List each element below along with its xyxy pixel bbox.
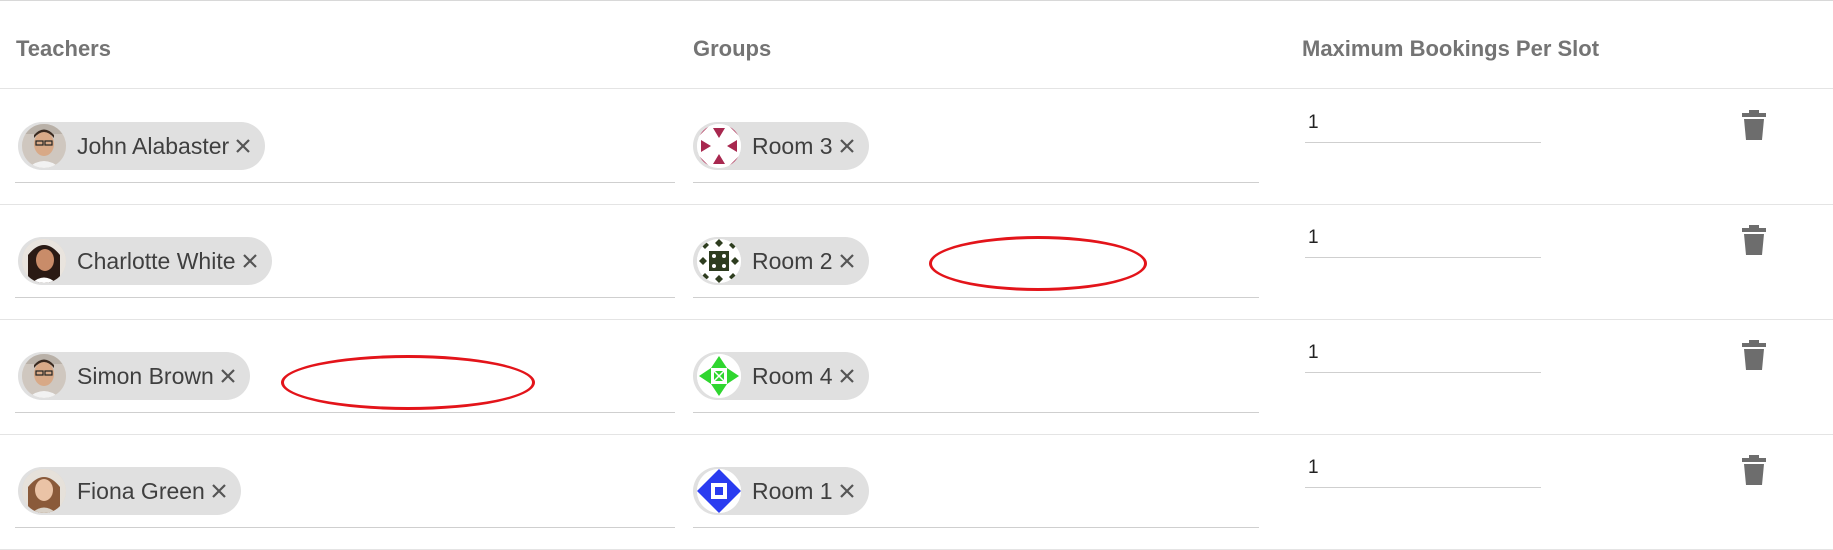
teacher-avatar [22, 354, 66, 398]
max-bookings-input[interactable] [1305, 103, 1541, 143]
teacher-chip[interactable]: Charlotte White [18, 237, 272, 285]
group-chip[interactable]: Room 4 [693, 352, 869, 400]
groups-field-underline [693, 527, 1259, 528]
max-bookings-column-header: Maximum Bookings Per Slot [1302, 36, 1600, 61]
max-bookings-input[interactable] [1305, 333, 1541, 373]
group-identicon [697, 469, 741, 513]
group-identicon [697, 354, 741, 398]
close-icon[interactable] [837, 481, 857, 501]
annotation-ellipse [929, 236, 1147, 291]
teachers-field-underline [15, 412, 675, 413]
close-icon[interactable] [837, 251, 857, 271]
group-chip[interactable]: Room 1 [693, 467, 869, 515]
teachers-field-underline [15, 297, 675, 298]
teachers-field-underline [15, 527, 675, 528]
annotation-ellipse [281, 355, 535, 410]
teachers-column-header: Teachers [16, 36, 111, 61]
group-identicon [697, 124, 741, 168]
close-icon[interactable] [209, 481, 229, 501]
groups-field-underline [693, 412, 1259, 413]
group-chip-label: Room 2 [752, 247, 833, 274]
group-chip[interactable]: Room 2 [693, 237, 869, 285]
groups-field-underline [693, 182, 1259, 183]
close-icon[interactable] [837, 366, 857, 386]
teacher-chip-label: Fiona Green [77, 477, 205, 504]
teacher-chip-label: Charlotte White [77, 247, 236, 274]
close-icon[interactable] [218, 366, 238, 386]
teacher-chip-label: John Alabaster [77, 132, 230, 159]
teacher-chip-label: Simon Brown [77, 362, 214, 389]
max-bookings-input[interactable] [1305, 448, 1541, 488]
trash-icon[interactable] [1742, 455, 1766, 485]
trash-icon[interactable] [1742, 110, 1766, 140]
teacher-avatar [22, 124, 66, 168]
trash-icon[interactable] [1742, 340, 1766, 370]
close-icon[interactable] [240, 251, 260, 271]
teacher-avatar [22, 469, 66, 513]
groups-field-underline [693, 297, 1259, 298]
table-header: Teachers Groups Maximum Bookings Per Slo… [0, 0, 1833, 89]
teacher-chip[interactable]: Fiona Green [18, 467, 241, 515]
teacher-chip[interactable]: Simon Brown [18, 352, 250, 400]
close-icon[interactable] [837, 136, 857, 156]
teacher-chip[interactable]: John Alabaster [18, 122, 266, 170]
teachers-field-underline [15, 182, 675, 183]
group-chip-label: Room 1 [752, 477, 833, 504]
max-bookings-input[interactable] [1305, 218, 1541, 258]
table-row: Simon Brown Room 4 [0, 319, 1833, 435]
group-identicon [697, 239, 741, 283]
groups-column-header: Groups [693, 36, 772, 61]
table-row: Charlotte White Room 2 [0, 204, 1833, 320]
group-chip[interactable]: Room 3 [693, 122, 869, 170]
group-chip-label: Room 3 [752, 132, 833, 159]
close-icon[interactable] [233, 136, 253, 156]
table-row: Fiona Green Room 1 [0, 434, 1833, 550]
table-row: John Alabaster Room 3 [0, 89, 1833, 205]
group-chip-label: Room 4 [752, 362, 833, 389]
teacher-avatar [22, 239, 66, 283]
trash-icon[interactable] [1742, 225, 1766, 255]
